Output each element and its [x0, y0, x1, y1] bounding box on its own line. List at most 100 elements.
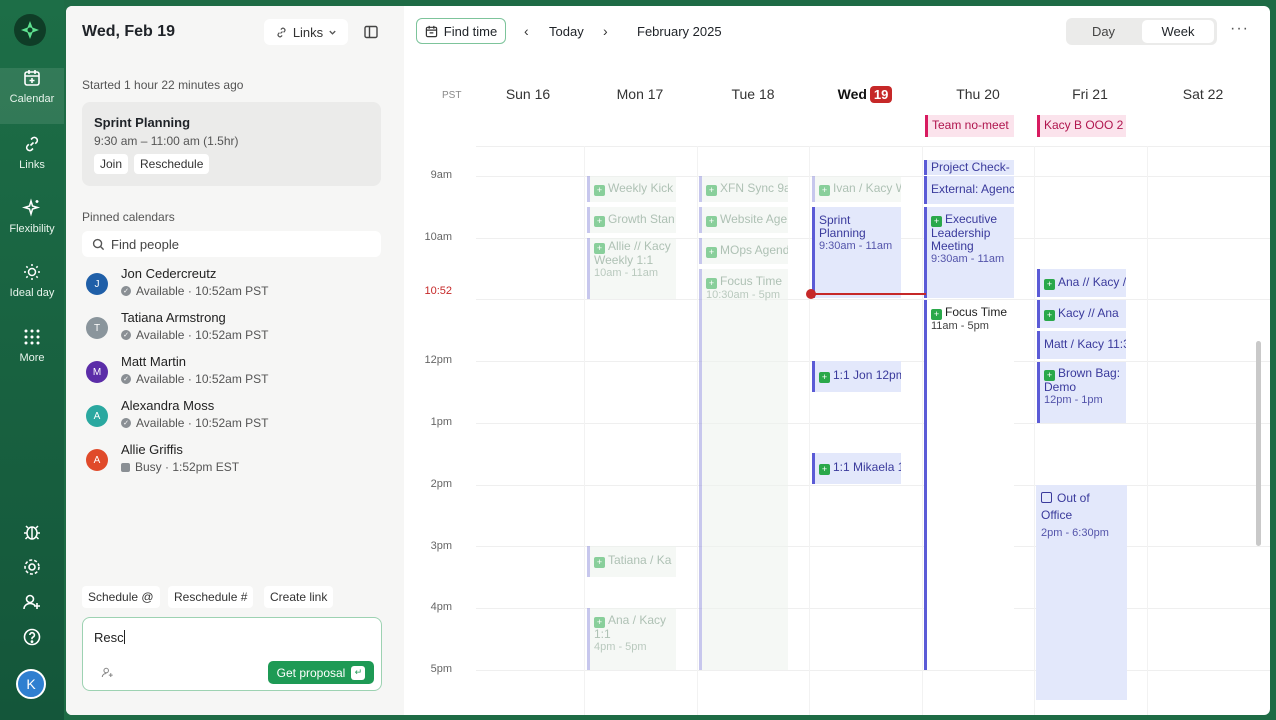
next-week-arrow[interactable]: ›	[603, 23, 608, 39]
command-input[interactable]: Resc Get proposal ↵	[82, 617, 382, 691]
event-ivan-kacy[interactable]: + Ivan / Kacy W	[812, 176, 901, 202]
hour-label: 5pm	[430, 663, 452, 675]
day-header-wed[interactable]: Wed 19	[809, 86, 921, 103]
grid-line	[476, 485, 1270, 486]
avatar: T	[86, 317, 108, 339]
find-time-button[interactable]: Find time	[416, 18, 506, 44]
event-title-row: + Focus Time	[706, 275, 784, 289]
meet-icon: +	[594, 185, 605, 196]
day-divider	[697, 146, 698, 715]
event-allie-kacy[interactable]: + Allie // Kacy Weekly 1:1 10am - 11am	[587, 238, 676, 299]
event-sprint-planning[interactable]: Sprint Planning 9:30am - 11am	[812, 207, 901, 298]
left-panel: Wed, Feb 19 Links Started 1 hour 22 minu…	[66, 6, 404, 715]
current-date: Wed, Feb 19	[82, 23, 176, 40]
event-title: Brown Bag: Demo	[1044, 366, 1121, 394]
meet-icon: +	[1044, 310, 1055, 321]
event-out-of-office[interactable]: Out of Office 2pm - 6:30pm	[1036, 485, 1127, 700]
day-header-fri[interactable]: Fri 21	[1034, 86, 1146, 102]
available-check-icon: ✓	[121, 374, 131, 384]
event-title-row: + Focus Time	[931, 306, 1010, 320]
grid-icon	[24, 329, 40, 345]
meet-icon: +	[706, 185, 717, 196]
event-title: MOps Agend	[720, 243, 788, 257]
reschedule-chip[interactable]: Reschedule #	[168, 586, 254, 608]
event-executive-leadership[interactable]: + Executive Leadership Meeting 9:30am - 11…	[924, 207, 1014, 298]
join-button[interactable]: Join	[94, 154, 129, 174]
event-tatiana[interactable]: + Tatiana / Ka	[587, 546, 676, 577]
search-icon	[92, 238, 105, 250]
event-time: 9:30am - 11am	[819, 240, 893, 252]
available-check-icon: ✓	[121, 286, 131, 296]
day-header-tue[interactable]: Tue 18	[697, 86, 809, 102]
day-header-thu[interactable]: Thu 20	[922, 86, 1034, 102]
calendar-view: Find time ‹ Today › February 2025 Day We…	[404, 6, 1270, 715]
current-meeting-card[interactable]: Sprint Planning 9:30 am – 11:00 am (1.5h…	[82, 102, 381, 186]
event-tue-focus-time[interactable]: + Focus Time 10:30am - 5pm	[699, 269, 788, 670]
event-growth-standup[interactable]: + Growth Stan	[587, 207, 676, 233]
pinned-person[interactable]: A Allie Griffis Busy · 1:52pm EST	[82, 442, 382, 482]
today-button[interactable]: Today	[549, 24, 584, 39]
event-website-agenda[interactable]: + Website Age	[699, 207, 788, 233]
enter-key-icon: ↵	[351, 665, 366, 680]
event-external-agenda[interactable]: External: Agenc	[924, 176, 1014, 204]
find-time-label: Find time	[443, 23, 498, 39]
event-1on1-mikaela[interactable]: +1:1 Mikaela 1	[812, 453, 901, 484]
avatar: A	[86, 405, 108, 427]
schedule-chip[interactable]: Schedule @	[82, 586, 160, 608]
rail-label: Flexibility	[9, 223, 55, 235]
event-thu-focus-time[interactable]: + Focus Time 11am - 5pm	[924, 300, 1014, 670]
meet-icon: +	[594, 216, 605, 227]
event-title: Focus Time	[720, 274, 783, 288]
event-brown-bag-demo[interactable]: + Brown Bag: Demo 12pm - 1pm	[1037, 362, 1126, 423]
app-logo-icon[interactable]	[14, 14, 46, 46]
settings-gear-icon[interactable]	[0, 557, 64, 577]
collapse-panel-button[interactable]	[360, 21, 382, 43]
more-options-icon[interactable]: ···	[1230, 20, 1249, 38]
pinned-person[interactable]: A Alexandra Moss ✓ Available · 10:52am PS…	[82, 398, 382, 438]
rail-item-calendar[interactable]: Calendar	[0, 68, 64, 124]
find-people-input[interactable]: Find people	[82, 231, 381, 257]
event-title: Ana // Kacy /	[1058, 275, 1126, 289]
event-1on1-jon[interactable]: +1:1 Jon 12pm	[812, 361, 901, 392]
pinned-person[interactable]: M Matt Martin ✓ Available · 10:52am PST	[82, 354, 382, 394]
user-avatar[interactable]: K	[16, 669, 46, 699]
links-dropdown-button[interactable]: Links	[264, 19, 348, 45]
day-header-sat[interactable]: Sat 22	[1147, 86, 1259, 102]
app-rail: Calendar Links Flexibility Ideal day Mor…	[0, 0, 64, 720]
event-team-no-meet[interactable]: Team no-meet	[925, 115, 1014, 137]
event-ana-kacy[interactable]: + Ana / Kacy 1:1 4pm - 5pm	[587, 608, 676, 670]
add-person-icon[interactable]	[101, 666, 114, 684]
rail-item-flexibility[interactable]: Flexibility	[0, 198, 64, 254]
reschedule-button[interactable]: Reschedule	[134, 154, 210, 174]
event-xfn-sync[interactable]: + XFN Sync 9a	[699, 176, 788, 202]
month-label: February 2025	[637, 24, 722, 39]
help-icon[interactable]	[0, 627, 64, 647]
event-weekly-kick[interactable]: + Weekly Kick	[587, 176, 676, 202]
week-view-tab[interactable]: Week	[1142, 20, 1214, 43]
add-user-icon[interactable]	[0, 592, 64, 612]
prev-week-arrow[interactable]: ‹	[524, 23, 529, 39]
event-project-checkin[interactable]: Project Check-	[924, 160, 1014, 175]
day-view-tab[interactable]: Day	[1066, 18, 1141, 45]
pinned-person[interactable]: J Jon Cedercreutz ✓ Available · 10:52am P…	[82, 266, 382, 306]
event-kacy-ana-fri[interactable]: + Kacy // Ana	[1037, 300, 1126, 328]
rail-item-ideal-day[interactable]: Ideal day	[0, 262, 64, 318]
sparkle-icon	[22, 198, 41, 217]
create-link-chip[interactable]: Create link	[264, 586, 334, 608]
event-time: 12pm - 1pm	[1044, 394, 1103, 406]
day-header-sun[interactable]: Sun 16	[472, 86, 584, 102]
rail-item-more[interactable]: More	[0, 327, 64, 383]
rail-label: Calendar	[9, 93, 55, 105]
day-header-mon[interactable]: Mon 17	[584, 86, 696, 102]
pinned-person[interactable]: T Tatiana Armstrong ✓ Available · 10:52am…	[82, 310, 382, 350]
event-mops-agenda[interactable]: + MOps Agend	[699, 238, 788, 264]
busy-calendar-icon	[121, 462, 130, 472]
rail-item-links[interactable]: Links	[0, 134, 64, 190]
event-kacy-ooo[interactable]: Kacy B OOO 2	[1037, 115, 1126, 137]
bug-icon[interactable]	[0, 522, 64, 542]
event-ana-kacy-fri[interactable]: + Ana // Kacy /	[1037, 269, 1126, 297]
links-label: Links	[292, 24, 324, 40]
get-proposal-button[interactable]: Get proposal ↵	[268, 661, 374, 684]
event-matt-kacy[interactable]: Matt / Kacy 11:3	[1037, 331, 1126, 359]
calendar-scrollbar[interactable]	[1256, 341, 1261, 546]
